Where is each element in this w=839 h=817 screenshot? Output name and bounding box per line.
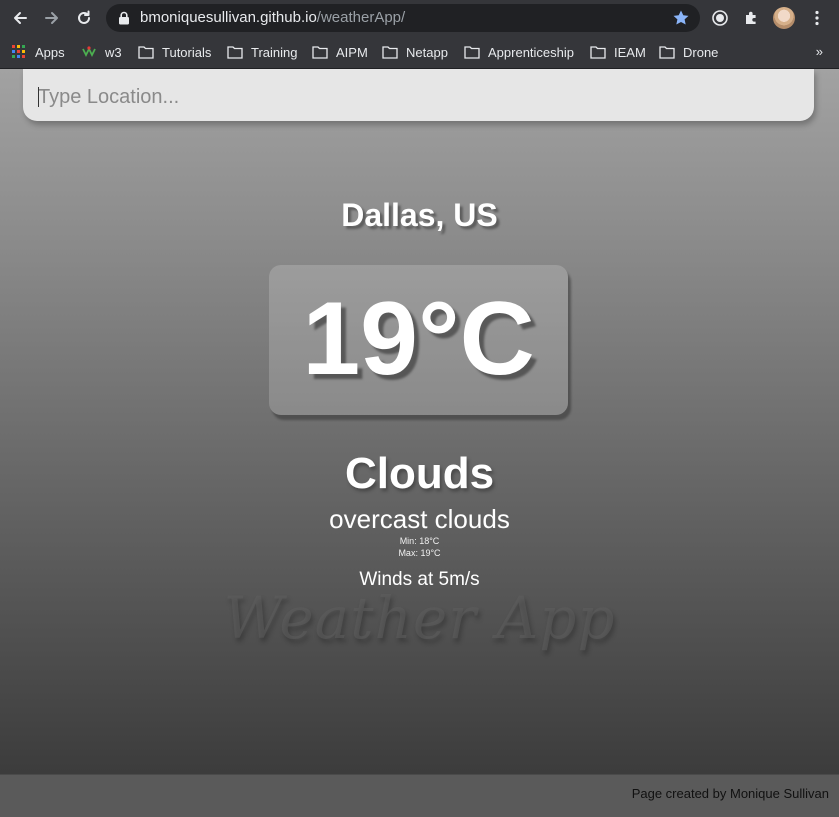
folder-icon: [312, 46, 328, 59]
min-temperature: Min: 18°C: [399, 536, 440, 546]
lock-icon: [119, 11, 129, 25]
url-text: bmoniquesullivan.github.io/weatherApp/: [140, 9, 405, 26]
app-watermark: Weather App: [223, 584, 616, 652]
folder-icon: [382, 46, 398, 59]
bookmark-aipm[interactable]: AIPM: [312, 42, 368, 62]
footer-credit: Page created by Monique Sullivan: [631, 786, 829, 801]
bookmark-netapp[interactable]: Netapp: [382, 42, 448, 62]
bookmark-label: Netapp: [406, 44, 448, 60]
max-temperature: Max: 19°C: [398, 548, 441, 558]
apps-grid-icon: [12, 45, 25, 58]
folder-icon: [659, 46, 675, 59]
bookmark-w3[interactable]: w3: [81, 42, 122, 62]
temperature-card: 19°C: [269, 265, 568, 415]
text-caret: [38, 87, 39, 107]
location-title: Dallas, US: [341, 197, 498, 233]
bookmark-label: Drone: [683, 44, 719, 60]
bookmark-label: w3: [105, 44, 122, 60]
bookmark-ieam[interactable]: IEAM: [590, 42, 646, 62]
weather-description: overcast clouds: [329, 504, 510, 534]
folder-icon: [590, 46, 606, 59]
extensions-puzzle-icon[interactable]: [741, 7, 763, 29]
forward-arrow-icon[interactable]: [40, 6, 64, 30]
weather-app-page: Dallas, US 19°C Clouds overcast clouds M…: [0, 69, 839, 774]
folder-icon: [227, 46, 243, 59]
more-bookmarks-chevron[interactable]: »: [816, 44, 823, 59]
browser-toolbar: bmoniquesullivan.github.io/weatherApp/: [0, 0, 839, 36]
bookmark-star-icon[interactable]: [672, 9, 690, 27]
w3-favicon-icon: [82, 46, 96, 58]
address-bar[interactable]: bmoniquesullivan.github.io/weatherApp/: [106, 4, 700, 32]
browser-chrome: bmoniquesullivan.github.io/weatherApp/ A…: [0, 0, 839, 69]
kebab-menu-icon[interactable]: [806, 7, 828, 29]
bookmark-apps[interactable]: Apps: [11, 42, 65, 62]
temperature-value: 19°C: [302, 281, 535, 397]
location-search-input[interactable]: [23, 69, 814, 121]
bookmark-label: Apps: [35, 44, 65, 60]
bookmarks-bar: Apps w3 Tutorials Training AIPM Netapp A…: [0, 36, 839, 69]
url-path: /weatherApp/: [316, 9, 406, 26]
page-footer: Page created by Monique Sullivan: [0, 774, 839, 817]
bookmark-apprenticeship[interactable]: Apprenticeship: [464, 42, 574, 62]
bookmark-drone[interactable]: Drone: [659, 42, 718, 62]
bookmark-label: Training: [251, 44, 298, 60]
profile-avatar[interactable]: [773, 7, 795, 29]
folder-icon: [138, 46, 154, 59]
bookmark-training[interactable]: Training: [227, 42, 297, 62]
bookmark-label: IEAM: [614, 44, 646, 60]
bookmark-label: Apprenticeship: [488, 44, 574, 60]
record-extension-icon[interactable]: [709, 7, 731, 29]
bookmark-label: AIPM: [336, 44, 368, 60]
url-host: bmoniquesullivan.github.io: [140, 9, 317, 26]
bookmark-label: Tutorials: [162, 44, 212, 60]
folder-icon: [464, 46, 480, 59]
bookmark-tutorials[interactable]: Tutorials: [138, 42, 211, 62]
back-arrow-icon[interactable]: [8, 6, 32, 30]
reload-icon[interactable]: [72, 6, 96, 30]
weather-condition: Clouds: [344, 449, 495, 498]
